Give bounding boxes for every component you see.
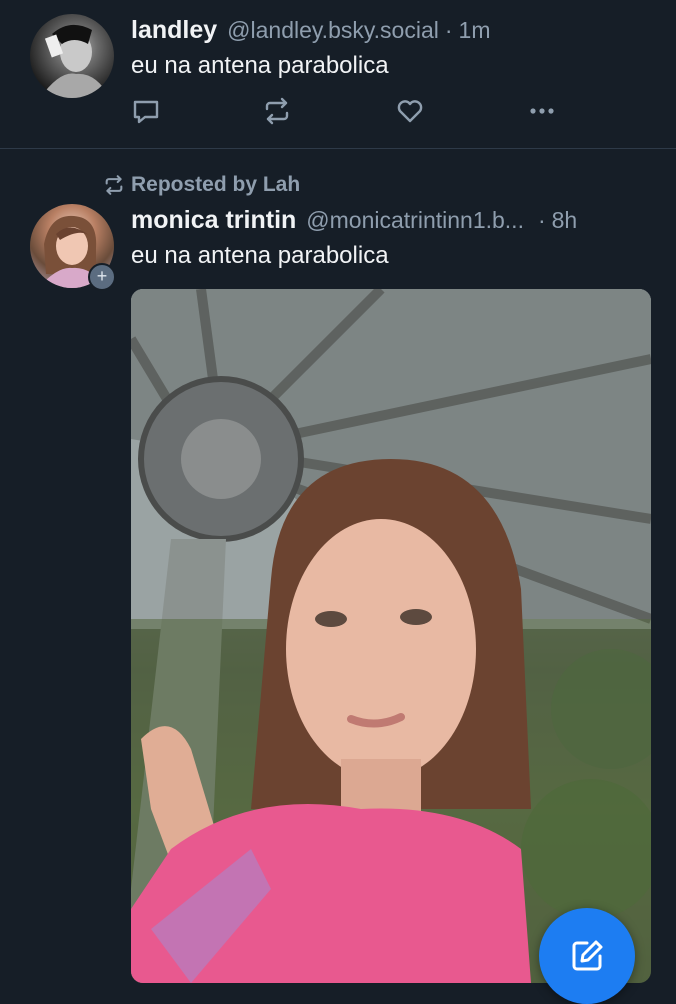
- repost-label: Reposted by Lah: [131, 173, 301, 196]
- separator: ·: [444, 17, 453, 43]
- post-actions: [131, 96, 561, 126]
- post-text: eu na antena parabolica: [131, 52, 389, 79]
- post-image[interactable]: [131, 289, 651, 983]
- feed-post[interactable]: Reposted by Lah + monica trintin @monica…: [0, 149, 676, 1000]
- selfie-image: [131, 289, 651, 983]
- author-handle[interactable]: @landley.bsky.social: [227, 17, 439, 44]
- feed-post[interactable]: landley @landley.bsky.social · 1m eu na …: [0, 0, 676, 148]
- post-text: eu na antena parabolica: [131, 242, 389, 269]
- timestamp[interactable]: 8h: [552, 207, 578, 234]
- avatar-image: [40, 24, 110, 98]
- follow-badge[interactable]: +: [88, 263, 116, 291]
- reply-icon[interactable]: [131, 96, 161, 126]
- repost-icon[interactable]: [262, 96, 292, 126]
- repost-icon: [105, 175, 123, 195]
- separator: ·: [537, 207, 546, 233]
- repost-indicator[interactable]: Reposted by Lah: [103, 173, 300, 197]
- post-header: monica trintin @monicatrintinn1.b... · 8…: [131, 206, 577, 235]
- author-name[interactable]: landley: [131, 16, 217, 45]
- author-name[interactable]: monica trintin: [131, 206, 296, 235]
- compose-icon: [572, 940, 603, 971]
- post-header: landley @landley.bsky.social · 1m: [131, 16, 490, 45]
- like-icon[interactable]: [395, 96, 425, 126]
- compose-button[interactable]: [539, 908, 635, 1004]
- author-handle[interactable]: @monicatrintinn1.b...: [306, 207, 524, 234]
- timestamp[interactable]: 1m: [459, 17, 491, 44]
- more-icon[interactable]: [527, 96, 557, 126]
- avatar[interactable]: [30, 14, 114, 98]
